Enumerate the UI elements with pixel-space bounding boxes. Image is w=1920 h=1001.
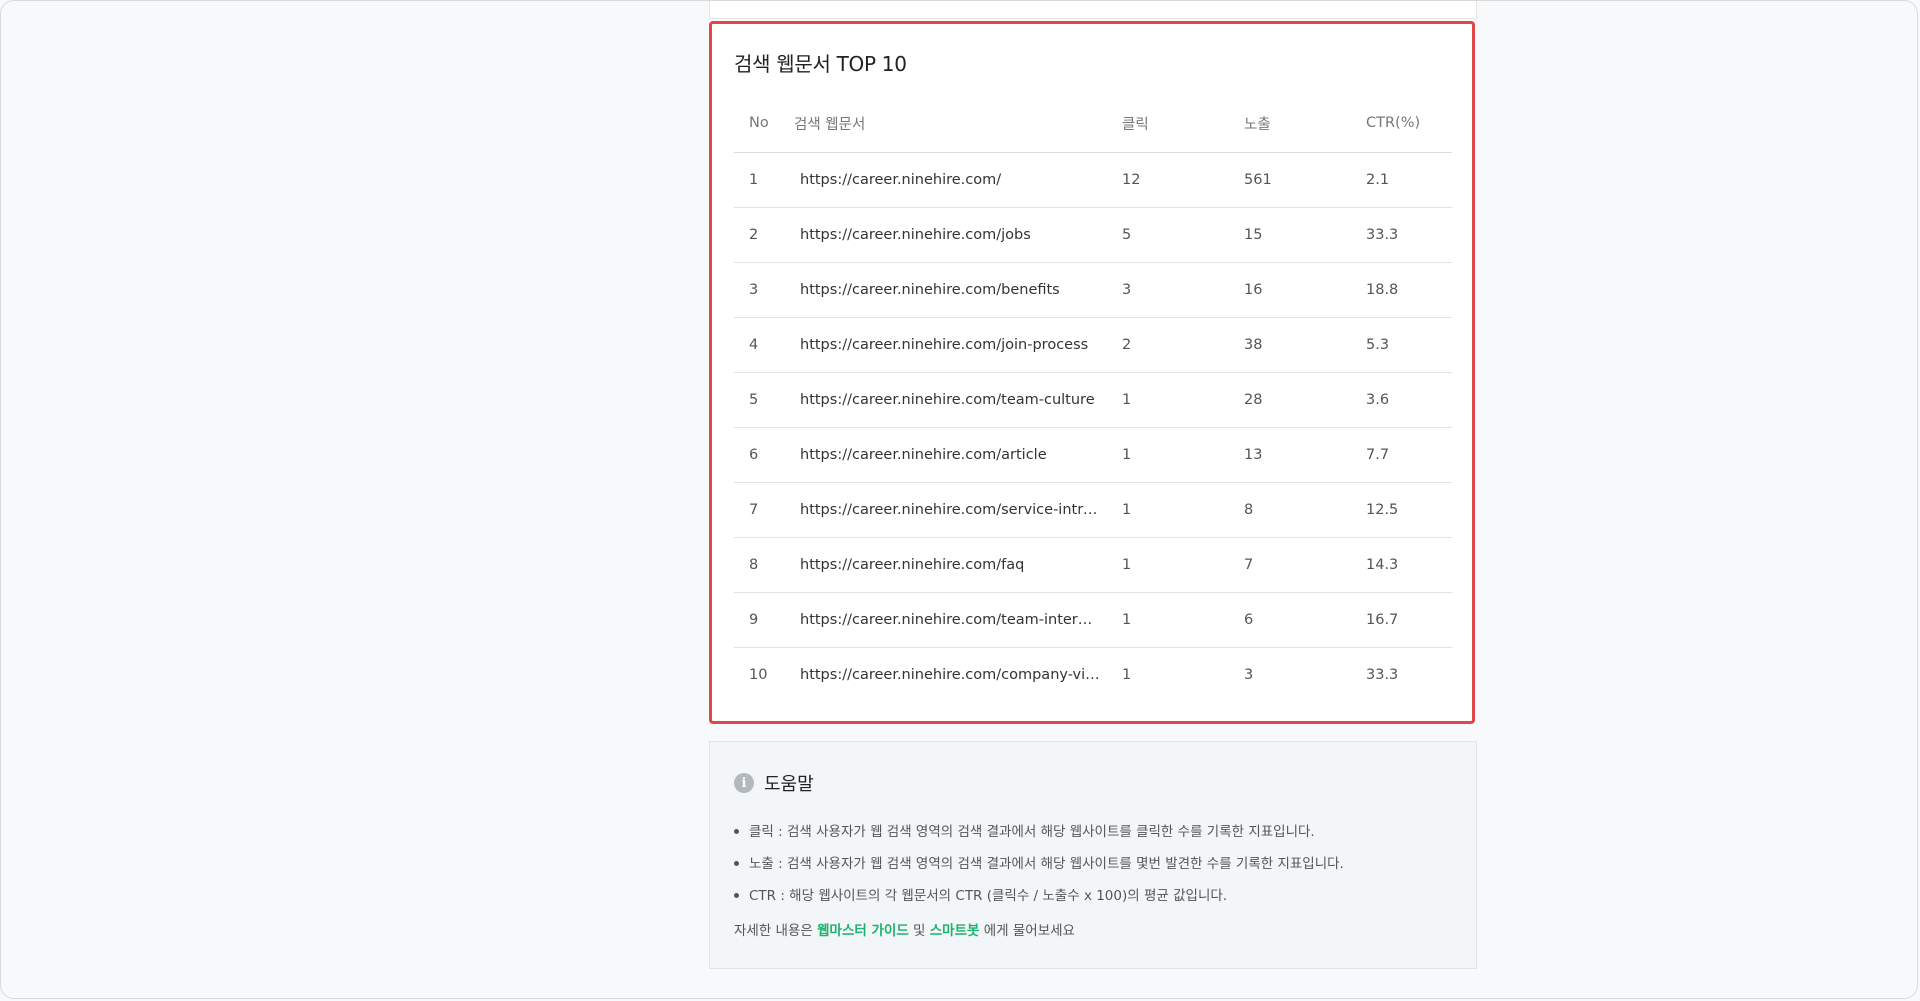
ctr-value: 12.5 [1366, 482, 1452, 538]
help-card: i 도움말 클릭 : 검색 사용자가 웹 검색 영역의 검색 결과에서 해당 웹… [709, 741, 1477, 969]
bullet-dot [734, 892, 739, 898]
table-row: 4 https://career.ninehire.com/join-proce… [734, 317, 1452, 373]
table-header-row: No 검색 웹문서 클릭 노출 CTR(%) [734, 94, 1452, 153]
help-item-text: CTR : 해당 웹사이트의 각 웹문서의 CTR (클릭수 / 노출수 x 1… [749, 888, 1228, 904]
table-row: 9 https://career.ninehire.com/team-inter… [734, 592, 1452, 648]
row-number: 8 [734, 537, 794, 593]
row-number: 7 [734, 482, 794, 538]
column-header-no: No [734, 94, 794, 153]
column-header-clicks: 클릭 [1122, 94, 1244, 153]
table-row: 8 https://career.ninehire.com/faq 1 7 14… [734, 537, 1452, 593]
ctr-value: 33.3 [1366, 667, 1399, 683]
document-url[interactable]: https://career.ninehire.com/join-process [794, 337, 1100, 353]
footer-prefix: 자세한 내용은 [734, 923, 813, 939]
webmaster-guide-link[interactable]: 웹마스터 가이드 [817, 923, 909, 939]
impressions-value: 561 [1244, 152, 1366, 208]
clicks-value: 1 [1122, 592, 1244, 648]
row-number: 1 [734, 152, 794, 208]
table-row: 7 https://career.ninehire.com/service-in… [734, 482, 1452, 538]
footer-conjunction: 및 [913, 923, 926, 939]
ctr-value: 16.7 [1366, 592, 1452, 648]
impressions-value: 13 [1244, 427, 1366, 483]
ctr-value: 5.3 [1366, 317, 1452, 373]
impressions-value: 7 [1244, 537, 1366, 593]
document-url[interactable]: https://career.ninehire.com/article [794, 447, 1100, 463]
ctr-value: 14.3 [1366, 537, 1452, 593]
bullet-dot [734, 828, 739, 834]
document-url[interactable]: https://career.ninehire.com/ [794, 172, 1100, 188]
help-item-clicks: 클릭 : 검색 사용자가 웹 검색 영역의 검색 결과에서 해당 웹사이트를 클… [734, 816, 1344, 848]
row-number: 6 [734, 427, 794, 483]
document-url[interactable]: https://career.ninehire.com/company-visi… [794, 667, 1100, 683]
bullet-dot [734, 860, 739, 866]
clicks-value: 1 [1122, 667, 1132, 683]
ctr-value: 33.3 [1366, 207, 1452, 263]
page-frame: 검색 웹문서 TOP 10 No 검색 웹문서 클릭 노출 CTR(%) 1 h… [0, 0, 1918, 999]
document-url[interactable]: https://career.ninehire.com/jobs [794, 227, 1100, 243]
table-row: 3 https://career.ninehire.com/benefits 3… [734, 262, 1452, 318]
top-documents-card: 검색 웹문서 TOP 10 No 검색 웹문서 클릭 노출 CTR(%) 1 h… [709, 21, 1475, 724]
top-documents-table: No 검색 웹문서 클릭 노출 CTR(%) 1 https://career.… [734, 94, 1452, 702]
help-title: 도움말 [764, 774, 814, 795]
document-url[interactable]: https://career.ninehire.com/team-culture [794, 392, 1100, 408]
document-url[interactable]: https://career.ninehire.com/team-intervi… [794, 612, 1100, 628]
row-number: 9 [734, 592, 794, 648]
row-number: 2 [734, 207, 794, 263]
help-item-impressions: 노출 : 검색 사용자가 웹 검색 영역의 검색 결과에서 해당 웹사이트를 몇… [734, 848, 1344, 880]
document-url[interactable]: https://career.ninehire.com/service-intr… [794, 502, 1100, 518]
clicks-value: 3 [1122, 262, 1244, 318]
ctr-value: 2.1 [1366, 152, 1452, 208]
ctr-value: 7.7 [1366, 427, 1452, 483]
help-list: 클릭 : 검색 사용자가 웹 검색 영역의 검색 결과에서 해당 웹사이트를 클… [734, 816, 1344, 912]
row-number: 5 [734, 372, 794, 428]
smartbot-link[interactable]: 스마트봇 [930, 923, 980, 939]
clicks-value: 1 [1122, 537, 1244, 593]
ctr-value: 18.8 [1366, 262, 1452, 318]
impressions-value: 16 [1244, 262, 1366, 318]
help-item-ctr: CTR : 해당 웹사이트의 각 웹문서의 CTR (클릭수 / 노출수 x 1… [734, 880, 1344, 912]
card-title: 검색 웹문서 TOP 10 [734, 52, 907, 76]
table-row: 10 https://career.ninehire.com/company-v… [734, 648, 1452, 703]
clicks-value: 12 [1122, 152, 1244, 208]
help-footer: 자세한 내용은 웹마스터 가이드 및 스마트봇 에게 물어보세요 [734, 919, 1075, 939]
column-header-ctr: CTR(%) [1366, 94, 1452, 153]
clicks-value: 1 [1122, 482, 1244, 538]
footer-suffix: 에게 물어보세요 [983, 923, 1075, 939]
clicks-value: 1 [1122, 427, 1244, 483]
row-number: 10 [749, 667, 768, 683]
impressions-value: 6 [1244, 592, 1366, 648]
help-item-text: 노출 : 검색 사용자가 웹 검색 영역의 검색 결과에서 해당 웹사이트를 몇… [749, 856, 1344, 872]
clicks-value: 2 [1122, 317, 1244, 373]
column-header-impressions: 노출 [1244, 94, 1366, 153]
previous-card-edge [709, 1, 1477, 19]
document-url[interactable]: https://career.ninehire.com/benefits [794, 282, 1100, 298]
clicks-value: 1 [1122, 372, 1244, 428]
impressions-value: 28 [1244, 372, 1366, 428]
impressions-value: 8 [1244, 482, 1366, 538]
document-url[interactable]: https://career.ninehire.com/faq [794, 557, 1100, 573]
column-header-document: 검색 웹문서 [794, 94, 1122, 153]
clicks-value: 5 [1122, 207, 1244, 263]
help-header: i 도움말 [734, 770, 814, 796]
impressions-value: 38 [1244, 317, 1366, 373]
table-row: 5 https://career.ninehire.com/team-cultu… [734, 372, 1452, 428]
row-number: 3 [734, 262, 794, 318]
ctr-value: 3.6 [1366, 372, 1452, 428]
row-number: 4 [734, 317, 794, 373]
help-item-text: 클릭 : 검색 사용자가 웹 검색 영역의 검색 결과에서 해당 웹사이트를 클… [749, 824, 1315, 840]
table-row: 6 https://career.ninehire.com/article 1 … [734, 427, 1452, 483]
table-row: 1 https://career.ninehire.com/ 12 561 2.… [734, 152, 1452, 208]
impressions-value: 3 [1244, 667, 1254, 683]
impressions-value: 15 [1244, 207, 1366, 263]
info-icon: i [734, 773, 754, 793]
table-row: 2 https://career.ninehire.com/jobs 5 15 … [734, 207, 1452, 263]
